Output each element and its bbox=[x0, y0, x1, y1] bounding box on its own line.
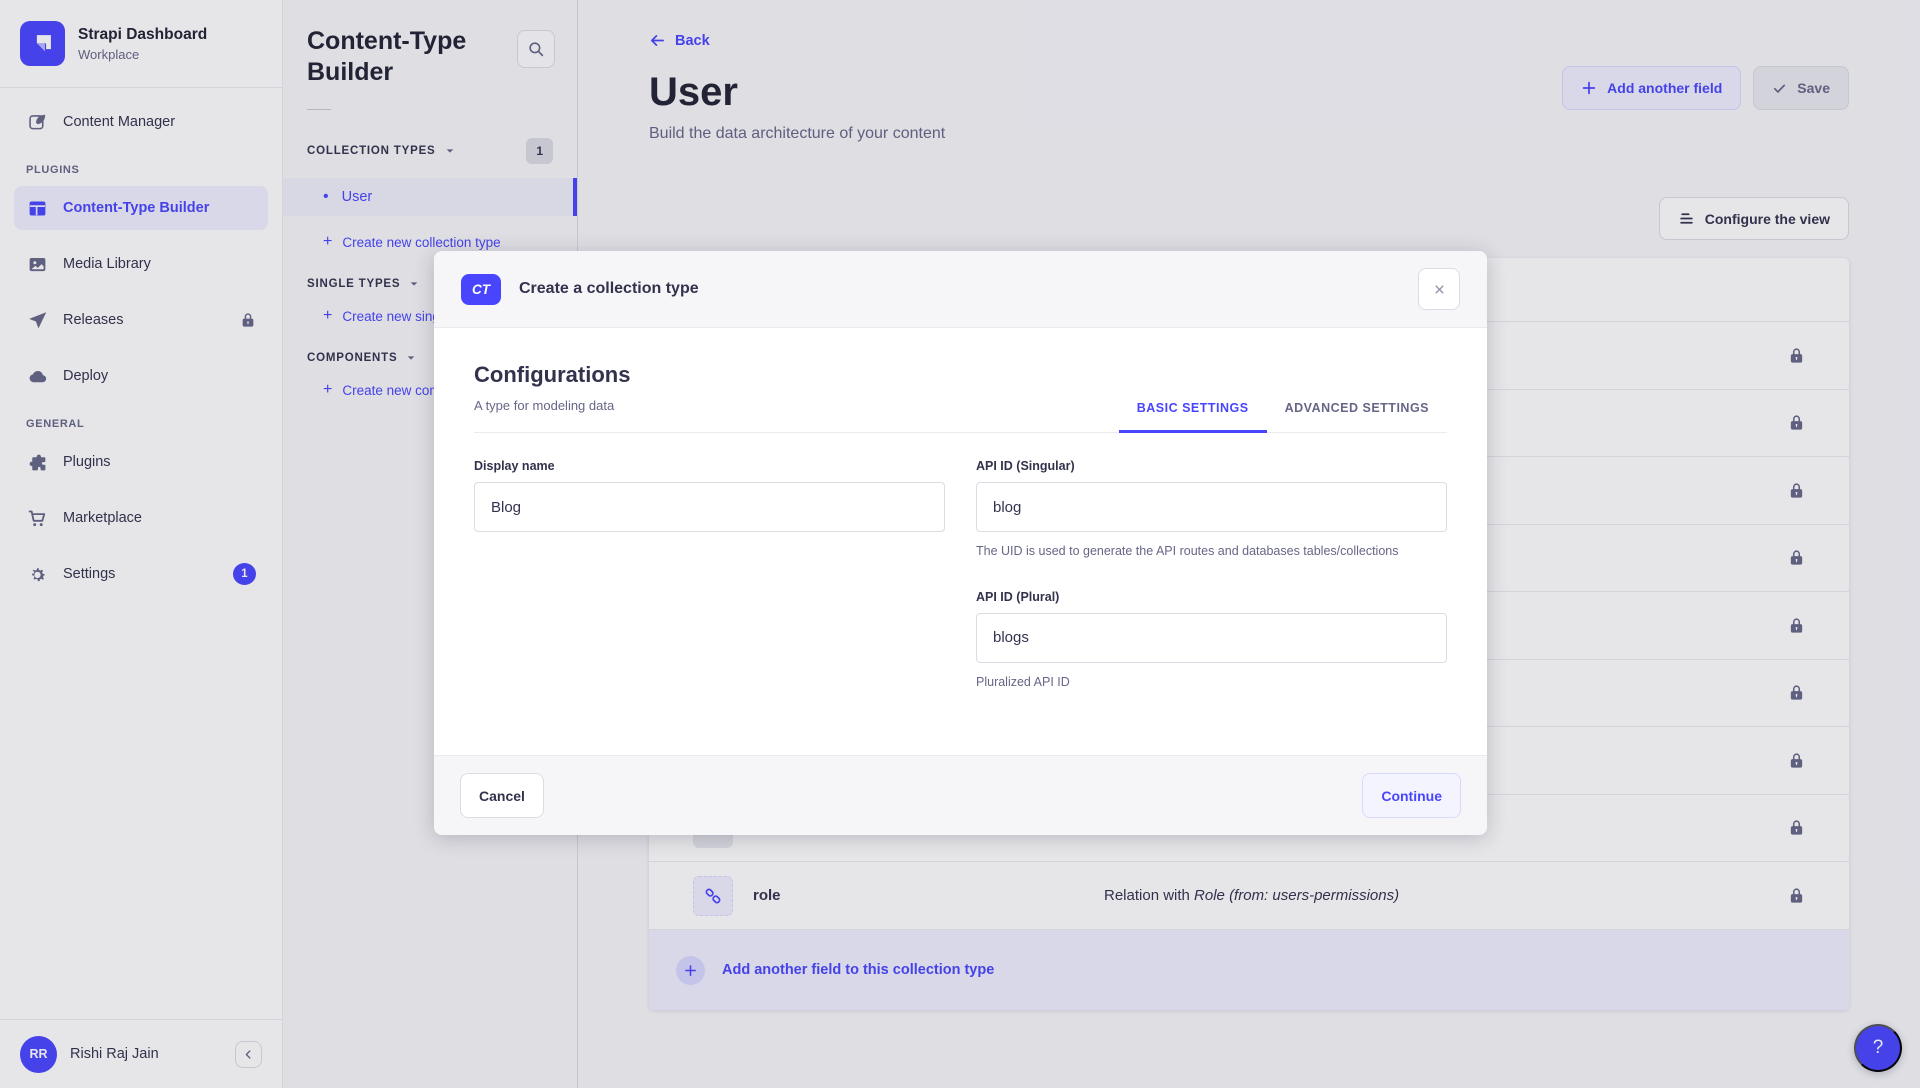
close-icon bbox=[1432, 282, 1447, 297]
api-id-plural-label: API ID (Plural) bbox=[976, 590, 1447, 604]
configurations-heading: Configurations bbox=[474, 362, 630, 388]
modal-header: CT Create a collection type bbox=[434, 251, 1487, 328]
ct-badge: CT bbox=[461, 274, 501, 305]
modal-title: Create a collection type bbox=[519, 280, 699, 298]
modal-footer: Cancel Continue bbox=[434, 755, 1487, 835]
api-id-singular-label: API ID (Singular) bbox=[976, 459, 1447, 473]
cancel-button[interactable]: Cancel bbox=[460, 773, 544, 818]
display-name-input[interactable] bbox=[474, 482, 945, 532]
api-id-plural-help: Pluralized API ID bbox=[976, 673, 1447, 692]
tab-advanced-settings[interactable]: ADVANCED SETTINGS bbox=[1267, 401, 1447, 433]
strapi-app: Strapi Dashboard Workplace Content Manag… bbox=[0, 0, 1920, 1088]
api-id-singular-help: The UID is used to generate the API rout… bbox=[976, 542, 1447, 561]
configurations-subheading: A type for modeling data bbox=[474, 398, 630, 413]
collection-type-form: Display name API ID (Singular) The UID i… bbox=[474, 459, 1447, 692]
api-id-singular-input[interactable] bbox=[976, 482, 1447, 532]
display-name-label: Display name bbox=[474, 459, 945, 473]
modal-body: Configurations A type for modeling data … bbox=[434, 328, 1487, 755]
create-collection-type-modal: CT Create a collection type Configuratio… bbox=[434, 251, 1487, 835]
api-id-plural-input[interactable] bbox=[976, 613, 1447, 663]
api-id-plural-group: API ID (Plural) Pluralized API ID bbox=[976, 590, 1447, 692]
api-id-singular-group: API ID (Singular) The UID is used to gen… bbox=[976, 459, 1447, 561]
settings-tabs: BASIC SETTINGS ADVANCED SETTINGS bbox=[1119, 401, 1447, 432]
modal-body-header: Configurations A type for modeling data … bbox=[474, 362, 1447, 433]
display-name-group: Display name bbox=[474, 459, 945, 692]
api-id-column: API ID (Singular) The UID is used to gen… bbox=[976, 459, 1447, 692]
tab-basic-settings[interactable]: BASIC SETTINGS bbox=[1119, 401, 1267, 433]
continue-button[interactable]: Continue bbox=[1362, 773, 1461, 818]
close-modal-button[interactable] bbox=[1418, 268, 1460, 310]
